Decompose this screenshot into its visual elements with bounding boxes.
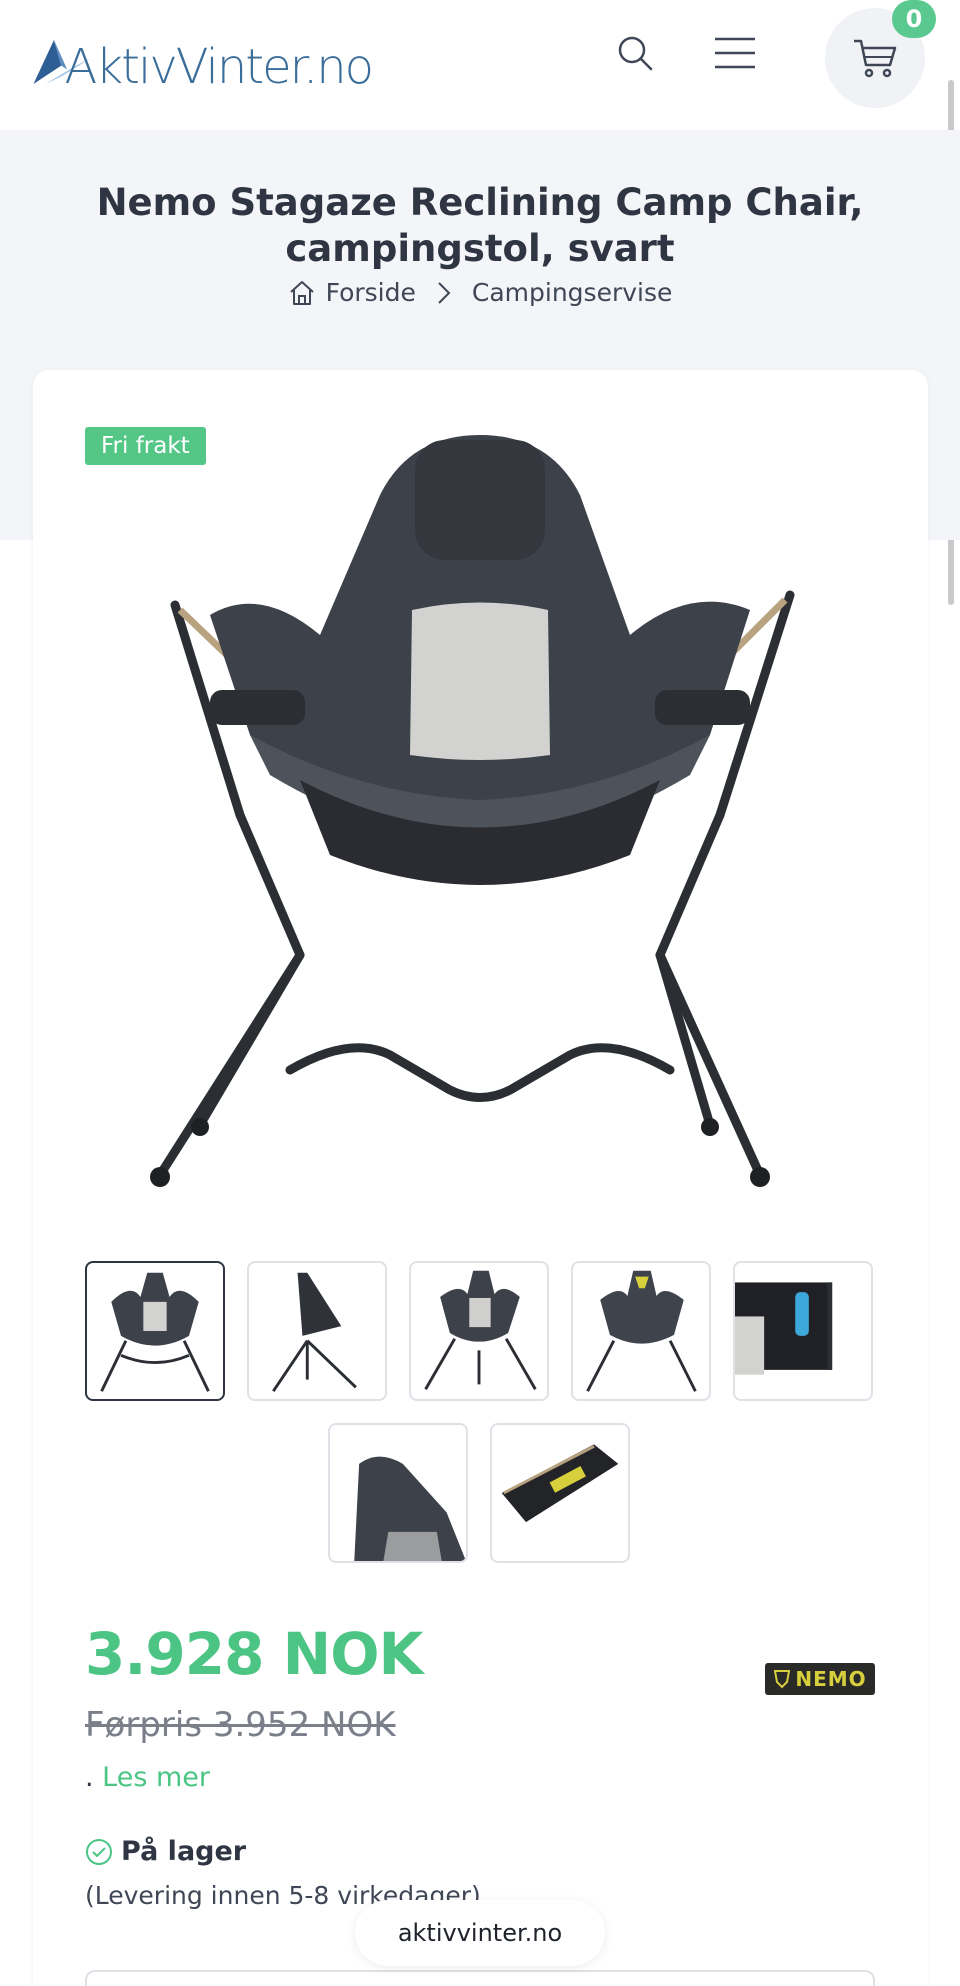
nemo-shield-icon bbox=[774, 1670, 791, 1689]
thumb-headrest-image bbox=[354, 1456, 466, 1561]
logo-text: AktivVinter.no bbox=[64, 39, 374, 95]
thumb-chair-back-image bbox=[586, 1270, 697, 1392]
browser-url-bar[interactable]: aktivvinter.no bbox=[355, 1900, 605, 1966]
thumbnail-3[interactable] bbox=[409, 1261, 549, 1401]
thumb-chair-front-image bbox=[100, 1272, 210, 1392]
page-title: Nemo Stagaze Reclining Camp Chair, campi… bbox=[96, 181, 864, 270]
product-price: 3.928 NOK bbox=[85, 1620, 423, 1688]
read-more-line: . Les mer bbox=[85, 1762, 210, 1793]
read-more-link[interactable]: Les mer bbox=[102, 1762, 210, 1793]
thumbnail-5[interactable] bbox=[733, 1261, 873, 1401]
breadcrumb-current[interactable]: Campingservise bbox=[472, 278, 673, 307]
cart-icon bbox=[854, 39, 897, 78]
thumbnail-6[interactable] bbox=[328, 1423, 468, 1563]
brand-logo[interactable]: NEMO bbox=[765, 1663, 875, 1695]
free-shipping-badge: Fri frakt bbox=[85, 427, 206, 465]
thumb-bottle-pocket-image bbox=[735, 1282, 833, 1375]
thumb-chair-side-image bbox=[272, 1272, 357, 1393]
thumbnail-2[interactable] bbox=[247, 1261, 387, 1401]
brand-name: NEMO bbox=[795, 1667, 867, 1691]
thumbnail-4[interactable] bbox=[571, 1261, 711, 1401]
breadcrumb: Forside Campingservise bbox=[0, 278, 960, 307]
stock-label: På lager bbox=[121, 1836, 247, 1867]
cart-count-badge: 0 bbox=[892, 0, 936, 38]
menu-button[interactable] bbox=[710, 28, 760, 78]
original-price: Førpris 3.952 NOK bbox=[85, 1705, 396, 1745]
search-button[interactable] bbox=[610, 28, 660, 78]
site-header: AktivVinter.no 0 bbox=[0, 0, 960, 130]
thumb-chair-angle-image bbox=[424, 1270, 537, 1391]
stock-status: På lager bbox=[85, 1836, 246, 1867]
thumbnail-1[interactable] bbox=[85, 1261, 225, 1401]
product-main-image[interactable] bbox=[150, 435, 810, 1210]
home-icon[interactable] bbox=[288, 280, 316, 306]
read-more-prefix: . bbox=[85, 1762, 103, 1793]
thumbnail-7[interactable] bbox=[490, 1423, 630, 1563]
menu-icon bbox=[715, 37, 755, 69]
thumb-carry-bag-image bbox=[501, 1444, 619, 1523]
thumbnail-gallery bbox=[85, 1261, 875, 1563]
breadcrumb-home-link[interactable]: Forside bbox=[326, 278, 416, 307]
site-logo[interactable]: AktivVinter.no bbox=[32, 22, 374, 97]
quantity-box[interactable] bbox=[85, 1970, 875, 1986]
search-icon bbox=[618, 36, 653, 71]
chevron-right-icon bbox=[438, 281, 451, 304]
check-circle-icon bbox=[86, 1838, 112, 1865]
